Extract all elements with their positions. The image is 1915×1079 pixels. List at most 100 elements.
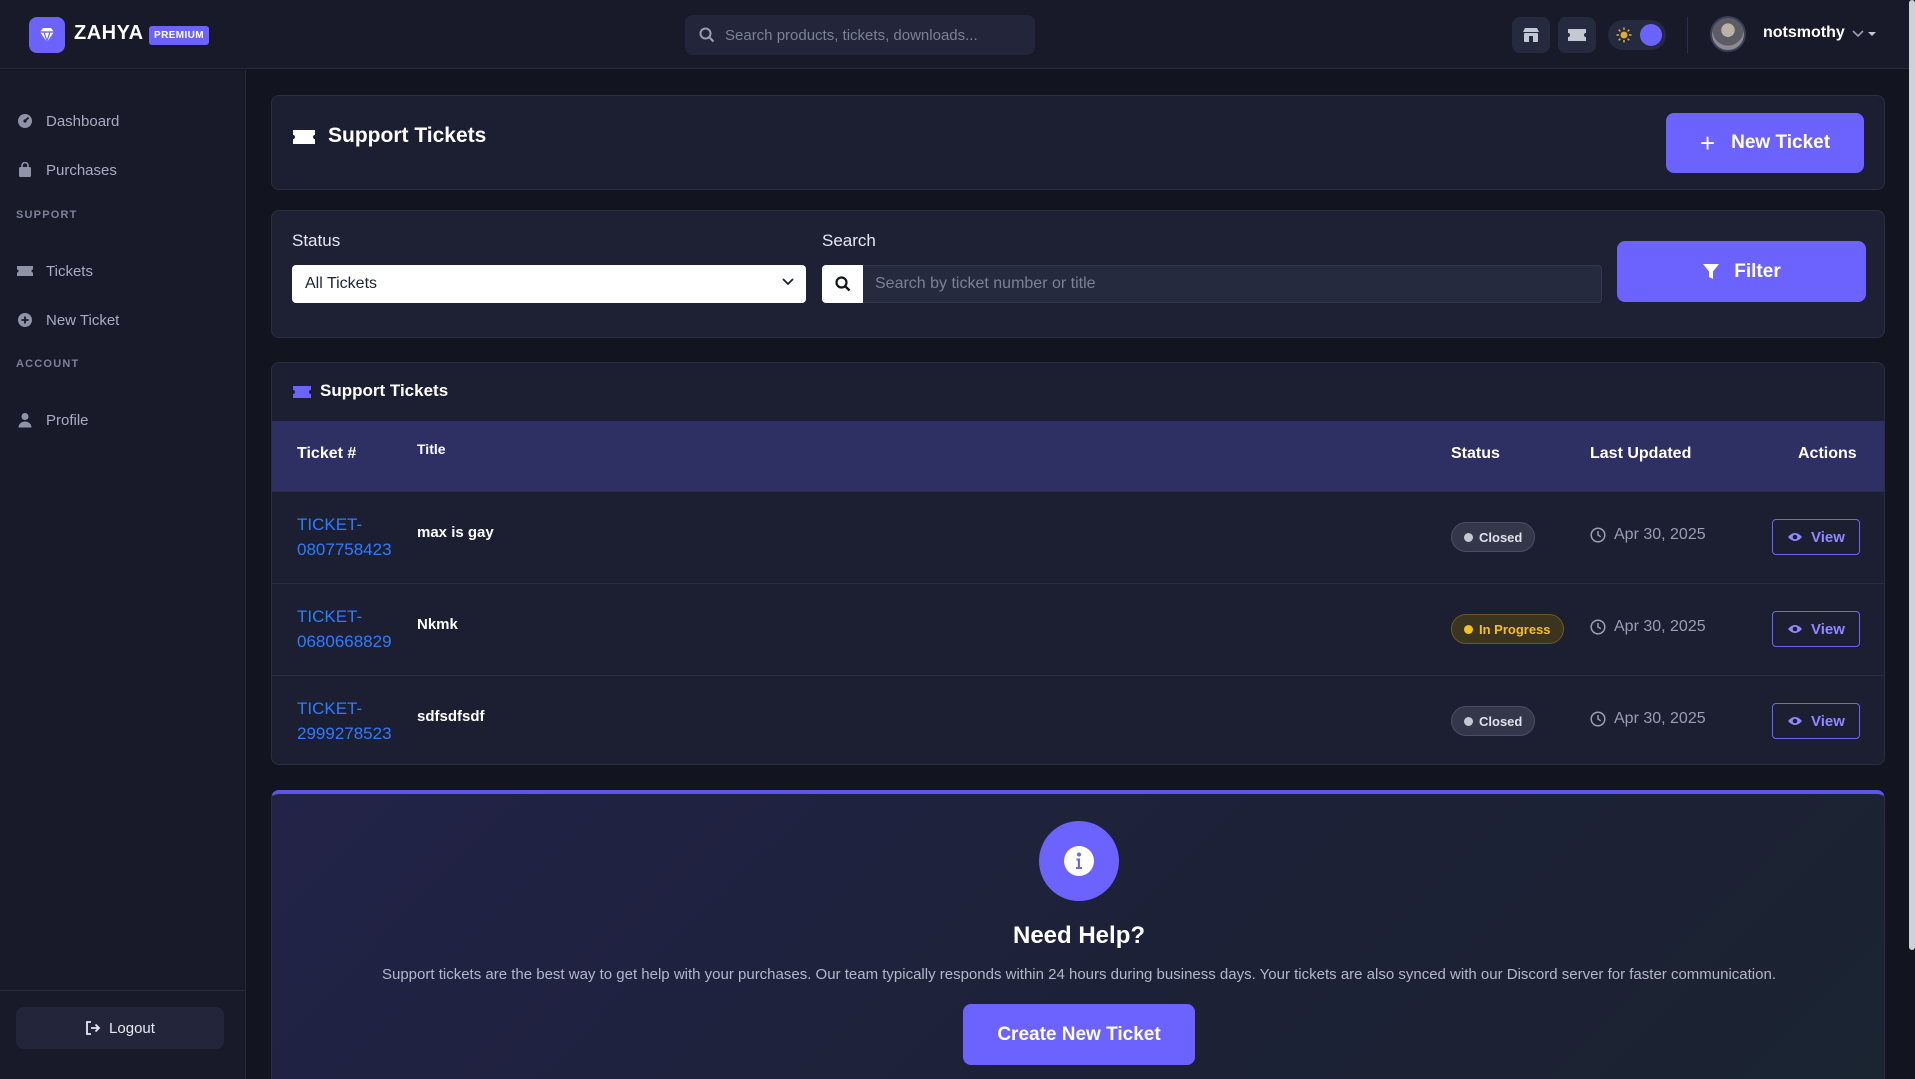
ticket-number-link[interactable]: TICKET- 0807758423 [297, 512, 407, 562]
eye-icon [1787, 623, 1803, 635]
eye-icon [1787, 715, 1803, 727]
page-header: Support Tickets + New Ticket [271, 95, 1885, 190]
plus-circle-icon [16, 311, 34, 329]
ticket-prefix: TICKET- [297, 699, 363, 718]
sidebar-section-account: ACCOUNT [16, 358, 80, 370]
last-updated: Apr 30, 2025 [1590, 618, 1706, 636]
page-title: Support Tickets [328, 124, 487, 147]
ticket-number-link[interactable]: TICKET- 0680668829 [297, 604, 407, 654]
view-label: View [1811, 620, 1845, 638]
search-button[interactable] [822, 265, 863, 303]
ticket-id: 0807758423 [297, 540, 392, 559]
ticket-icon [293, 386, 311, 398]
global-search-input[interactable] [725, 26, 1015, 44]
search-icon [699, 27, 715, 43]
ticket-icon [293, 130, 315, 144]
bag-icon [16, 161, 34, 179]
sidebar-item-label: Profile [46, 411, 89, 429]
tickets-button[interactable] [1558, 17, 1596, 53]
sidebar-item-new-ticket[interactable]: New Ticket [16, 306, 119, 334]
global-search[interactable] [685, 15, 1035, 55]
last-updated-text: Apr 30, 2025 [1614, 618, 1706, 635]
status-select[interactable]: All Tickets [292, 265, 806, 303]
store-icon [1523, 28, 1539, 42]
ticket-prefix: TICKET- [297, 607, 363, 626]
toggle-knob [1640, 24, 1662, 46]
scrollbar[interactable] [1909, 0, 1915, 950]
table-header: Ticket # Title Status Last Updated Actio… [272, 421, 1884, 491]
status-dot [1464, 624, 1473, 634]
brand-name[interactable]: ZAHYA [74, 22, 144, 45]
ticket-title: Nkmk [417, 616, 458, 633]
sidebar-item-dashboard[interactable]: Dashboard [16, 107, 119, 135]
view-label: View [1811, 528, 1845, 546]
last-updated-text: Apr 30, 2025 [1614, 710, 1706, 727]
column-header[interactable]: Status [1451, 445, 1500, 463]
sidebar-divider [0, 990, 246, 991]
column-header: Actions [1798, 445, 1857, 462]
avatar[interactable] [1710, 16, 1746, 52]
create-new-ticket-button[interactable]: Create New Ticket [963, 1004, 1195, 1065]
column-header[interactable]: Ticket # [297, 445, 356, 463]
table-title: Support Tickets [320, 381, 449, 400]
store-button[interactable] [1512, 17, 1550, 53]
status-badge: Closed [1451, 706, 1536, 736]
ticket-id: 0680668829 [297, 632, 392, 651]
user-icon [16, 411, 34, 429]
view-label: View [1811, 712, 1845, 730]
ticket-icon [1568, 29, 1586, 41]
ticket-number-link[interactable]: TICKET- 2999278523 [297, 696, 407, 746]
eye-icon [1787, 531, 1803, 543]
search-label: Search [822, 231, 876, 250]
status-dot [1464, 716, 1473, 726]
premium-badge: PREMIUM [149, 26, 210, 45]
status-text: In Progress [1479, 621, 1551, 637]
dashboard-icon [16, 112, 34, 130]
logout-icon [85, 1021, 101, 1035]
new-ticket-button[interactable]: + New Ticket [1666, 113, 1864, 173]
sidebar-item-tickets[interactable]: Tickets [16, 257, 93, 285]
view-button[interactable]: View [1772, 519, 1860, 555]
status-dot [1464, 532, 1473, 542]
sidebar-item-label: New Ticket [46, 311, 120, 329]
clock-icon [1590, 711, 1606, 727]
search-field[interactable] [863, 265, 1602, 303]
status-select-value: All Tickets [305, 275, 378, 292]
sidebar-item-purchases[interactable]: Purchases [16, 156, 117, 184]
search-icon [834, 276, 850, 292]
column-header[interactable]: Title [417, 441, 446, 457]
theme-toggle[interactable] [1608, 20, 1666, 50]
filter-button[interactable]: Filter [1617, 241, 1866, 302]
status-badge: Closed [1451, 522, 1536, 552]
tickets-table: Support Tickets Ticket # Title Status La… [271, 362, 1885, 765]
sidebar-item-label: Dashboard [46, 112, 120, 130]
new-ticket-label: New Ticket [1731, 132, 1831, 153]
logo-icon[interactable] [29, 17, 65, 53]
sidebar-section-support: SUPPORT [16, 209, 78, 221]
help-title: Need Help? [1012, 922, 1146, 949]
view-button[interactable]: View [1772, 611, 1860, 647]
username[interactable]: notsmothy [1763, 24, 1845, 42]
last-updated: Apr 30, 2025 [1590, 526, 1706, 544]
filter-panel: Status All Tickets Search Filter [271, 210, 1885, 338]
sidebar-item-profile[interactable]: Profile [16, 406, 89, 434]
view-button[interactable]: View [1772, 703, 1860, 739]
status-badge: In Progress [1451, 614, 1564, 644]
help-text: Support tickets are the best way to get … [381, 966, 1776, 983]
ticket-id: 2999278523 [297, 724, 392, 743]
ticket-search-input[interactable] [875, 275, 1601, 293]
last-updated: Apr 30, 2025 [1590, 710, 1706, 728]
column-header[interactable]: Last Updated [1590, 445, 1691, 463]
chevron-down-icon [782, 278, 794, 286]
status-text: Closed [1479, 713, 1523, 729]
chevron-down-icon[interactable] [1852, 27, 1878, 41]
ticket-prefix: TICKET- [297, 515, 363, 534]
logout-label: Logout [109, 1019, 155, 1037]
logout-button[interactable]: Logout [16, 1007, 224, 1049]
ticket-title: max is gay [417, 524, 494, 541]
ticket-title: sdfsdfsdf [417, 708, 485, 725]
sidebar-item-label: Purchases [46, 161, 117, 179]
ticket-search [822, 265, 1602, 303]
info-icon [1039, 821, 1119, 901]
clock-icon [1590, 619, 1606, 635]
